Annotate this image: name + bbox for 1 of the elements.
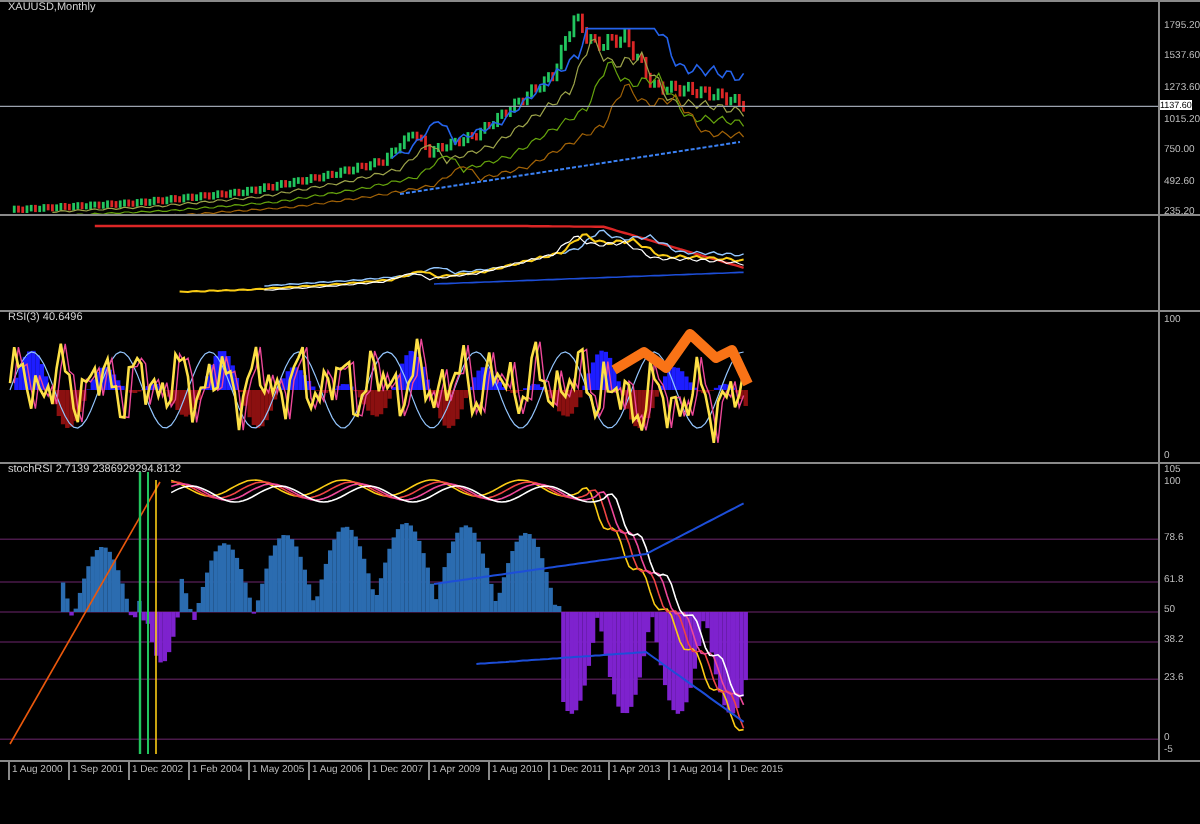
zigzag-annotation-drawing <box>611 329 753 387</box>
